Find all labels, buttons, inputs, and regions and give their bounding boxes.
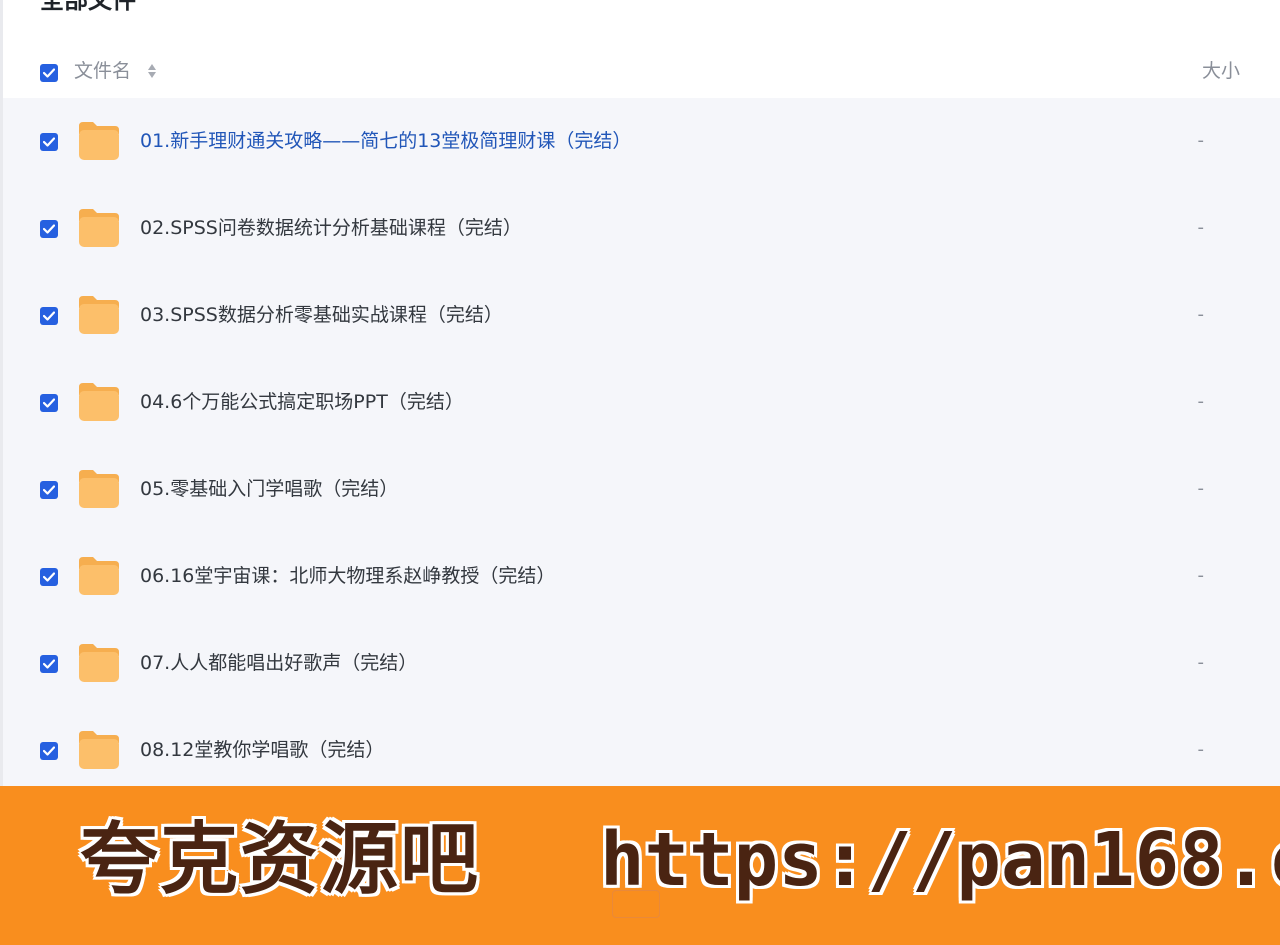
row-checkbox[interactable]	[40, 307, 58, 325]
file-size: -	[1197, 478, 1205, 499]
column-header-size[interactable]: 大小	[1202, 58, 1240, 84]
file-name[interactable]: 03.SPSS数据分析零基础实战课程（完结）	[140, 302, 503, 328]
folder-icon	[76, 294, 122, 336]
select-all-checkbox[interactable]	[40, 64, 58, 82]
file-name[interactable]: 04.6个万能公式搞定职场PPT（完结）	[140, 389, 464, 415]
folder-icon	[76, 729, 122, 771]
folder-icon	[76, 381, 122, 423]
folder-icon	[76, 207, 122, 249]
row-checkbox[interactable]	[40, 568, 58, 586]
watermark-url: https://pan168.cn	[600, 817, 1280, 903]
section-title: 全部文件	[40, 0, 136, 14]
check-icon	[43, 68, 55, 78]
file-row[interactable]: 01.新手理财通关攻略——简七的13堂极简理财课（完结） -	[3, 98, 1280, 185]
folder-icon	[76, 120, 122, 162]
check-icon	[43, 224, 55, 234]
row-checkbox[interactable]	[40, 742, 58, 760]
file-size: -	[1197, 652, 1205, 673]
row-checkbox[interactable]	[40, 655, 58, 673]
file-row[interactable]: 04.6个万能公式搞定职场PPT（完结） -	[3, 359, 1280, 446]
folder-icon	[76, 642, 122, 684]
row-checkbox[interactable]	[40, 394, 58, 412]
check-icon	[43, 311, 55, 321]
file-row[interactable]: 08.12堂教你学唱歌（完结） -	[3, 707, 1280, 794]
file-size: -	[1197, 739, 1205, 760]
check-icon	[43, 398, 55, 408]
check-icon	[43, 659, 55, 669]
row-checkbox[interactable]	[40, 220, 58, 238]
file-name[interactable]: 06.16堂宇宙课：北师大物理系赵峥教授（完结）	[140, 563, 555, 589]
file-row[interactable]: 03.SPSS数据分析零基础实战课程（完结） -	[3, 272, 1280, 359]
file-name[interactable]: 01.新手理财通关攻略——简七的13堂极简理财课（完结）	[140, 128, 631, 154]
file-row[interactable]: 07.人人都能唱出好歌声（完结） -	[3, 620, 1280, 707]
folder-icon	[76, 468, 122, 510]
file-size: -	[1197, 217, 1205, 238]
watermark-banner: 夸克资源吧 https://pan168.cn	[0, 786, 1280, 945]
check-icon	[43, 485, 55, 495]
folder-icon	[76, 555, 122, 597]
file-row[interactable]: 02.SPSS问卷数据统计分析基础课程（完结） -	[3, 185, 1280, 272]
file-size: -	[1197, 565, 1205, 586]
check-icon	[43, 137, 55, 147]
check-icon	[43, 746, 55, 756]
file-name[interactable]: 05.零基础入门学唱歌（完结）	[140, 476, 398, 502]
file-size: -	[1197, 130, 1205, 151]
file-row[interactable]: 06.16堂宇宙课：北师大物理系赵峥教授（完结） -	[3, 533, 1280, 620]
column-header-name[interactable]: 文件名	[74, 58, 131, 84]
file-row[interactable]: 05.零基础入门学唱歌（完结） -	[3, 446, 1280, 533]
row-checkbox[interactable]	[40, 133, 58, 151]
watermark-brand: 夸克资源吧	[80, 814, 481, 905]
row-checkbox[interactable]	[40, 481, 58, 499]
sort-icon[interactable]	[147, 62, 157, 80]
file-name[interactable]: 08.12堂教你学唱歌（完结）	[140, 737, 384, 763]
file-size: -	[1197, 304, 1205, 325]
file-name[interactable]: 02.SPSS问卷数据统计分析基础课程（完结）	[140, 215, 522, 241]
list-header: 文件名 大小	[3, 44, 1280, 98]
file-name[interactable]: 07.人人都能唱出好歌声（完结）	[140, 650, 417, 676]
file-manager-page: 全部文件 文件名 大小 01.新手理财通关攻略——简七的13堂极简理财课（完结）…	[0, 0, 1280, 945]
check-icon	[43, 572, 55, 582]
file-size: -	[1197, 391, 1205, 412]
